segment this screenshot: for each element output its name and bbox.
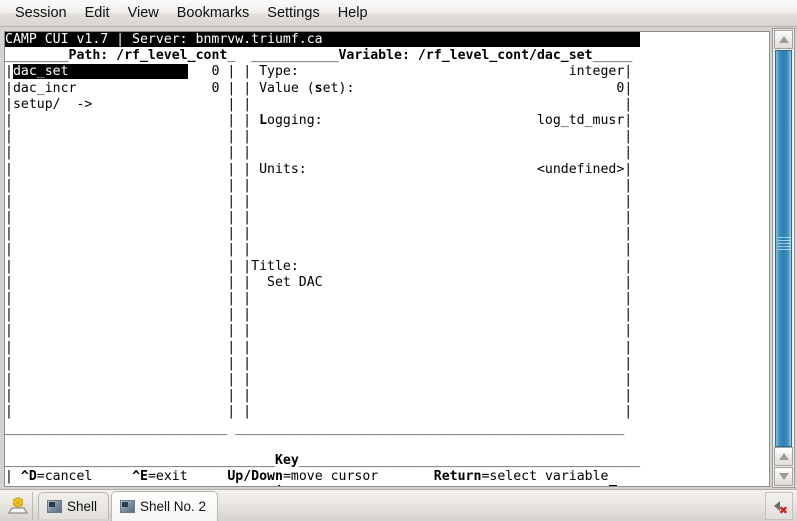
key-name: ^D bbox=[20, 469, 37, 485]
cui-titlebar: CAMP CUI v1.7 | Server: bnmrvw.triumf.ca bbox=[5, 32, 641, 47]
taskbar: Shell Shell No. 2 ✖ bbox=[0, 489, 797, 521]
taskbar-tab-label: Shell bbox=[67, 498, 98, 514]
menu-item-session[interactable]: Session bbox=[6, 3, 76, 23]
terminal-row: | | | | bbox=[5, 177, 633, 193]
konsole-icon bbox=[8, 496, 28, 513]
terminal-row: | | | | bbox=[5, 129, 633, 145]
terminal-row: | | | | bbox=[5, 371, 633, 387]
konsole-window: Session Edit View Bookmarks Settings Hel… bbox=[0, 0, 797, 521]
terminal-area: CAMP CUI v1.7 | Server: bnmrvw.triumf.ca… bbox=[0, 27, 797, 489]
terminal-row: | | | | bbox=[5, 291, 633, 306]
terminal-row: |setup/ -> | | | bbox=[5, 96, 633, 112]
key-name: Return bbox=[433, 469, 482, 485]
terminal-row: | | | Units: <undefined>| bbox=[5, 161, 633, 177]
key-desc: =main menu bbox=[45, 485, 124, 486]
terminal-row: | | |Title: | bbox=[5, 258, 633, 274]
key-name: Space bbox=[434, 485, 474, 486]
terminal-text: CAMP CUI v1.7 | Server: bnmrvw.triumf.ca… bbox=[5, 32, 641, 486]
volume-mute-button[interactable]: ✖ bbox=[765, 491, 793, 520]
terminal-row: | | | | bbox=[5, 339, 633, 355]
key-desc: =exit bbox=[147, 469, 188, 485]
taskbar-tab-label-2: Shell No. 2 bbox=[140, 498, 207, 514]
scroll-up-icon[interactable] bbox=[774, 30, 793, 49]
key-desc: =select variable bbox=[481, 469, 609, 485]
terminal-row: | | | | bbox=[5, 193, 633, 209]
terminal-row: | | | Logging: log_td_musr| bbox=[5, 112, 633, 128]
terminal-row: | | | | bbox=[5, 210, 633, 226]
text-cursor bbox=[608, 485, 617, 486]
terminal-scrollbar[interactable] bbox=[772, 28, 795, 488]
terminal-row: | | | | bbox=[5, 307, 633, 323]
terminal-row: | Tab=main menu ^H=help Left/Right=chang… bbox=[5, 485, 640, 486]
scroll-up-bottom-icon[interactable] bbox=[774, 447, 793, 466]
key-desc: =help bbox=[148, 485, 188, 486]
terminal-row: __________________________________Key___… bbox=[5, 452, 641, 468]
menu-bar: Session Edit View Bookmarks Settings Hel… bbox=[0, 0, 797, 27]
list-item[interactable]: setup/ -> bbox=[13, 97, 219, 112]
key-desc: =update variables bbox=[474, 485, 609, 486]
arrow-up-icon bbox=[778, 36, 789, 43]
taskbar-tab-shell[interactable]: Shell bbox=[38, 492, 110, 519]
terminal-icon-2 bbox=[120, 499, 136, 513]
terminal-row: | | | | bbox=[5, 388, 633, 404]
menu-item-help[interactable]: Help bbox=[329, 3, 377, 23]
key-name: ^E bbox=[132, 469, 148, 485]
key-desc: =move cursor bbox=[282, 469, 379, 485]
arrow-down-icon bbox=[778, 473, 789, 480]
terminal-row: |dac_set 0 | | Type: integer| bbox=[5, 64, 633, 80]
terminal-row: | | | | bbox=[5, 355, 633, 371]
taskbar-tab-shell-no-2[interactable]: Shell No. 2 bbox=[111, 490, 219, 521]
menu-item-edit[interactable]: Edit bbox=[76, 3, 119, 23]
terminal-row: ____________________________ ___________… bbox=[5, 420, 625, 436]
scrollbar-grip-icon bbox=[778, 237, 791, 251]
list-item[interactable]: dac_incr 0 bbox=[13, 81, 219, 96]
terminal-row: CAMP CUI v1.7 | Server: bnmrvw.triumf.ca bbox=[5, 32, 641, 48]
scroll-down-icon[interactable] bbox=[774, 467, 793, 486]
terminal-row: | | | | bbox=[5, 404, 633, 420]
terminal-row: | ^D=cancel ^E=exit Up/Down=move cursor … bbox=[5, 469, 609, 485]
terminal-row: | | | | bbox=[5, 242, 633, 258]
scrollbar-thumb[interactable] bbox=[775, 50, 792, 447]
terminal-row: | | | | bbox=[5, 145, 633, 161]
terminal-icon bbox=[47, 499, 62, 513]
selected-list-item[interactable]: dac_set bbox=[12, 64, 188, 80]
terminal-screen[interactable]: CAMP CUI v1.7 | Server: bnmrvw.triumf.ca… bbox=[4, 31, 770, 487]
terminal-row: | | | | bbox=[5, 226, 633, 242]
menu-item-view[interactable]: View bbox=[119, 3, 168, 23]
terminal-row bbox=[5, 437, 640, 453]
key-name: Up/Down bbox=[227, 469, 283, 485]
key-name: Tab bbox=[21, 485, 45, 486]
terminal-row: ________Path: /rf_level_cont_ __________… bbox=[5, 48, 633, 64]
menu-item-bookmarks[interactable]: Bookmarks bbox=[168, 3, 259, 23]
arrow-up-icon-2 bbox=[778, 453, 789, 460]
key-desc: =cancel bbox=[36, 469, 93, 485]
mute-x-icon: ✖ bbox=[778, 503, 788, 517]
terminal-row: | | | | bbox=[5, 323, 633, 339]
new-session-button[interactable] bbox=[4, 491, 33, 520]
terminal-row: |dac_incr 0 | | Value (set): 0| bbox=[5, 80, 633, 96]
menu-item-settings[interactable]: Settings bbox=[258, 3, 328, 23]
key-desc: =change path bbox=[307, 485, 402, 486]
key-name: ^H bbox=[132, 485, 148, 486]
terminal-row: | | | Set DAC | bbox=[5, 274, 633, 290]
key-name: Left/Right bbox=[227, 485, 306, 486]
